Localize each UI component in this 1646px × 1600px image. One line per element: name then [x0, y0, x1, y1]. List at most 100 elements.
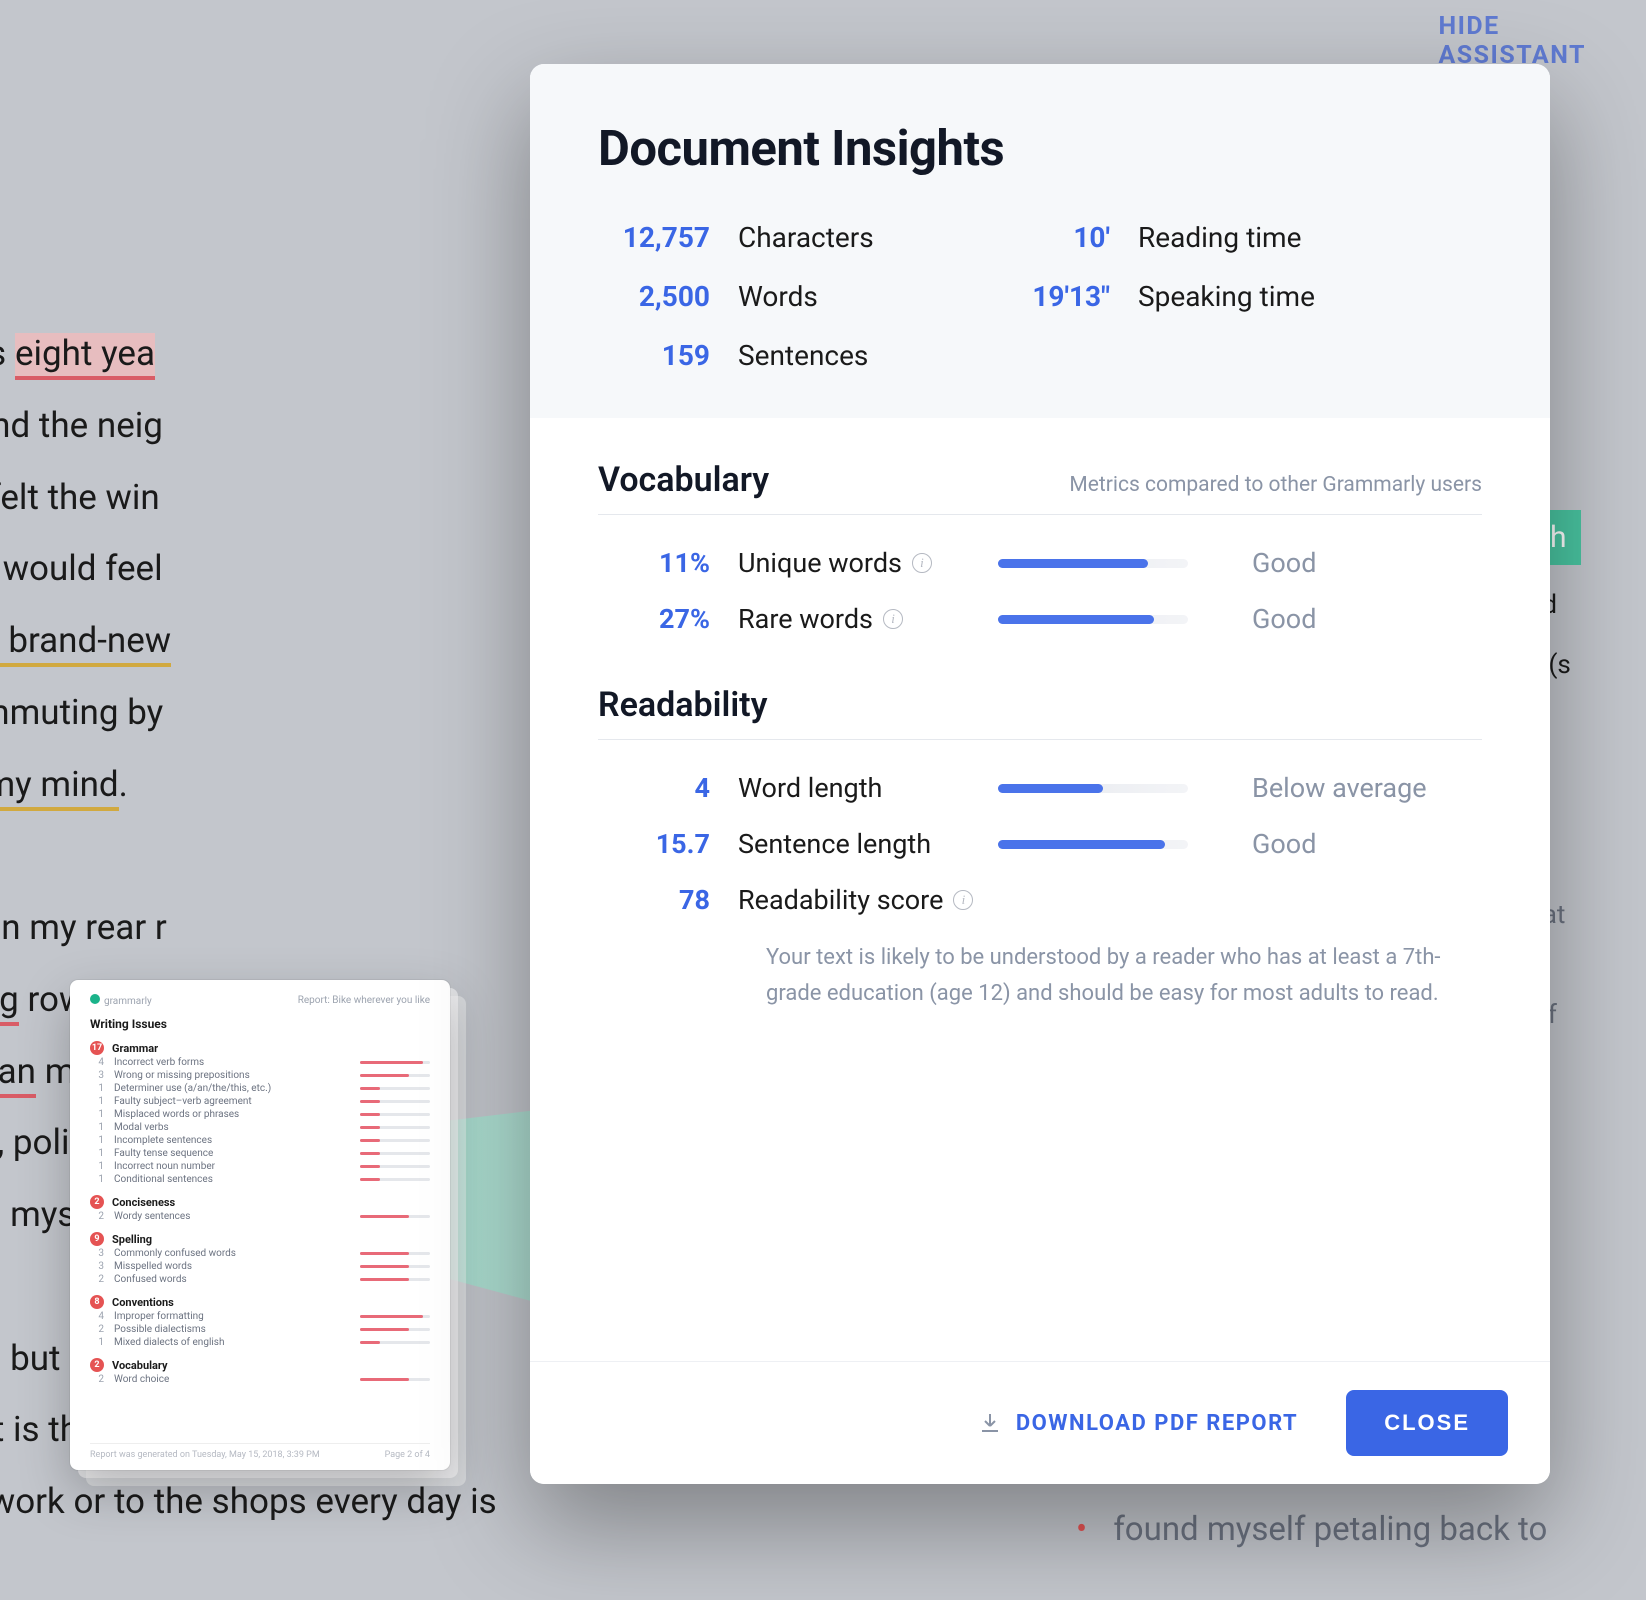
alert-text: found myself petaling back to: [1113, 1510, 1547, 1549]
pdf-issue-row: 1 Mixed dialects of english: [92, 1337, 430, 1348]
section-heading: Readability: [598, 685, 768, 725]
pdf-category: 2 Vocabulary: [90, 1358, 430, 1372]
brand-label: grammarly: [104, 996, 152, 1007]
modal-footer: DOWNLOAD PDF REPORT CLOSE: [530, 1361, 1550, 1484]
pdf-issue-row: 4 Improper formatting: [92, 1311, 430, 1322]
metric-value: 27%: [598, 603, 738, 635]
pdf-issue-row: 2 Word choice: [92, 1374, 430, 1385]
metric-value: 15.7: [598, 828, 738, 860]
hide-assistant-link[interactable]: HIDE ASSISTANT: [1438, 12, 1586, 70]
issue-label: Mixed dialects of english: [114, 1337, 350, 1348]
download-icon: [978, 1411, 1002, 1435]
issue-count-badge: 9: [90, 1232, 104, 1246]
info-icon[interactable]: i: [953, 890, 973, 910]
info-icon[interactable]: i: [883, 609, 903, 629]
pdf-doc-title: Report: Bike wherever you like: [298, 995, 430, 1006]
issue-bar: [360, 1165, 430, 1168]
issue-count: 2: [92, 1324, 104, 1335]
metric-row: 78 Readability score i: [598, 884, 1482, 916]
metric-label: Word length: [738, 772, 998, 804]
pdf-category: 9 Spelling: [90, 1232, 430, 1246]
metric-bar: [998, 784, 1188, 793]
issue-bar: [360, 1139, 430, 1142]
issue-bar: [360, 1087, 430, 1090]
metric-rating: Good: [1228, 828, 1482, 860]
issue-count: 3: [92, 1261, 104, 1272]
issue-count-badge: 2: [90, 1195, 104, 1209]
issue-bar: [360, 1315, 430, 1318]
stat-value: 159: [598, 339, 738, 372]
stat-label: Speaking time: [1138, 280, 1482, 313]
section-subtitle: Metrics compared to other Grammarly user…: [1069, 473, 1482, 497]
pdf-category: 8 Conventions: [90, 1295, 430, 1309]
stat-label: Words: [738, 280, 978, 313]
issue-bar: [360, 1378, 430, 1381]
pdf-category: 2 Conciseness: [90, 1195, 430, 1209]
pdf-issue-row: 1 Faulty subject–verb agreement: [92, 1096, 430, 1107]
issue-bar: [360, 1100, 430, 1103]
modal-title: Document Insights: [598, 120, 1482, 177]
metric-rating: Good: [1228, 547, 1482, 579]
issue-bar: [360, 1061, 430, 1064]
issue-bar: [360, 1328, 430, 1331]
issue-bar: [360, 1113, 430, 1116]
pdf-issue-row: 1 Modal verbs: [92, 1122, 430, 1133]
metric-bar: [998, 559, 1188, 568]
info-icon[interactable]: i: [912, 553, 932, 573]
category-name: Grammar: [112, 1042, 158, 1055]
stat-label: [1138, 339, 1482, 372]
issue-bar: [360, 1341, 430, 1344]
pdf-footer-right: Page 2 of 4: [385, 1450, 430, 1460]
issue-count: 1: [92, 1148, 104, 1159]
pdf-issue-row: 3 Wrong or missing prepositions: [92, 1070, 430, 1081]
issue-label: Incomplete sentences: [114, 1135, 350, 1146]
issue-count: 2: [92, 1211, 104, 1222]
modal-header-section: Document Insights 12,757 Characters 10′ …: [530, 64, 1550, 418]
document-insights-modal: Document Insights 12,757 Characters 10′ …: [530, 64, 1550, 1484]
issue-bar: [360, 1252, 430, 1255]
stat-value: 2,500: [598, 280, 738, 313]
pdf-issue-row: 2 Wordy sentences: [92, 1211, 430, 1222]
issue-count: 1: [92, 1083, 104, 1094]
alert-bullet-icon: •: [1076, 1510, 1087, 1549]
alert-item[interactable]: • found myself petaling back to: [1076, 1510, 1547, 1549]
stat-label: Characters: [738, 221, 978, 254]
issue-count-badge: 2: [90, 1358, 104, 1372]
issue-count: 2: [92, 1274, 104, 1285]
issue-label: Incorrect verb forms: [114, 1057, 350, 1068]
issue-label: Confused words: [114, 1274, 350, 1285]
download-pdf-button[interactable]: DOWNLOAD PDF REPORT: [978, 1411, 1298, 1436]
issue-label: Incorrect noun number: [114, 1161, 350, 1172]
issue-label: Possible dialectisms: [114, 1324, 350, 1335]
pdf-issue-row: 1 Conditional sentences: [92, 1174, 430, 1185]
category-name: Conciseness: [112, 1196, 175, 1209]
issue-label: Conditional sentences: [114, 1174, 350, 1185]
issue-count: 1: [92, 1337, 104, 1348]
grammarly-logo-icon: [90, 994, 100, 1004]
issue-count: 1: [92, 1096, 104, 1107]
download-label: DOWNLOAD PDF REPORT: [1016, 1411, 1298, 1436]
issue-count: 1: [92, 1161, 104, 1172]
issue-count: 4: [92, 1311, 104, 1322]
metric-label: Rare words i: [738, 603, 998, 635]
pdf-issue-row: 1 Incorrect noun number: [92, 1161, 430, 1172]
stat-label: Reading time: [1138, 221, 1482, 254]
issue-count: 3: [92, 1248, 104, 1259]
stat-value: [978, 339, 1138, 372]
issue-bar: [360, 1126, 430, 1129]
category-name: Conventions: [112, 1296, 174, 1309]
metric-rating: Good: [1228, 603, 1482, 635]
stat-value: 19′13″: [978, 280, 1138, 313]
close-button[interactable]: CLOSE: [1346, 1390, 1508, 1456]
metric-value: 11%: [598, 547, 738, 579]
pdf-report-preview: grammarly Report: Bike wherever you like…: [70, 980, 450, 1470]
issue-count-badge: 8: [90, 1295, 104, 1309]
pdf-issue-row: 1 Faulty tense sequence: [92, 1148, 430, 1159]
issue-count: 1: [92, 1109, 104, 1120]
issue-count: 1: [92, 1122, 104, 1133]
metric-row: 11% Unique words i Good: [598, 547, 1482, 579]
metric-value: 4: [598, 772, 738, 804]
pdf-issue-row: 4 Incorrect verb forms: [92, 1057, 430, 1068]
metric-row: 15.7 Sentence length Good: [598, 828, 1482, 860]
issue-label: Determiner use (a/an/the/this, etc.): [114, 1083, 350, 1094]
